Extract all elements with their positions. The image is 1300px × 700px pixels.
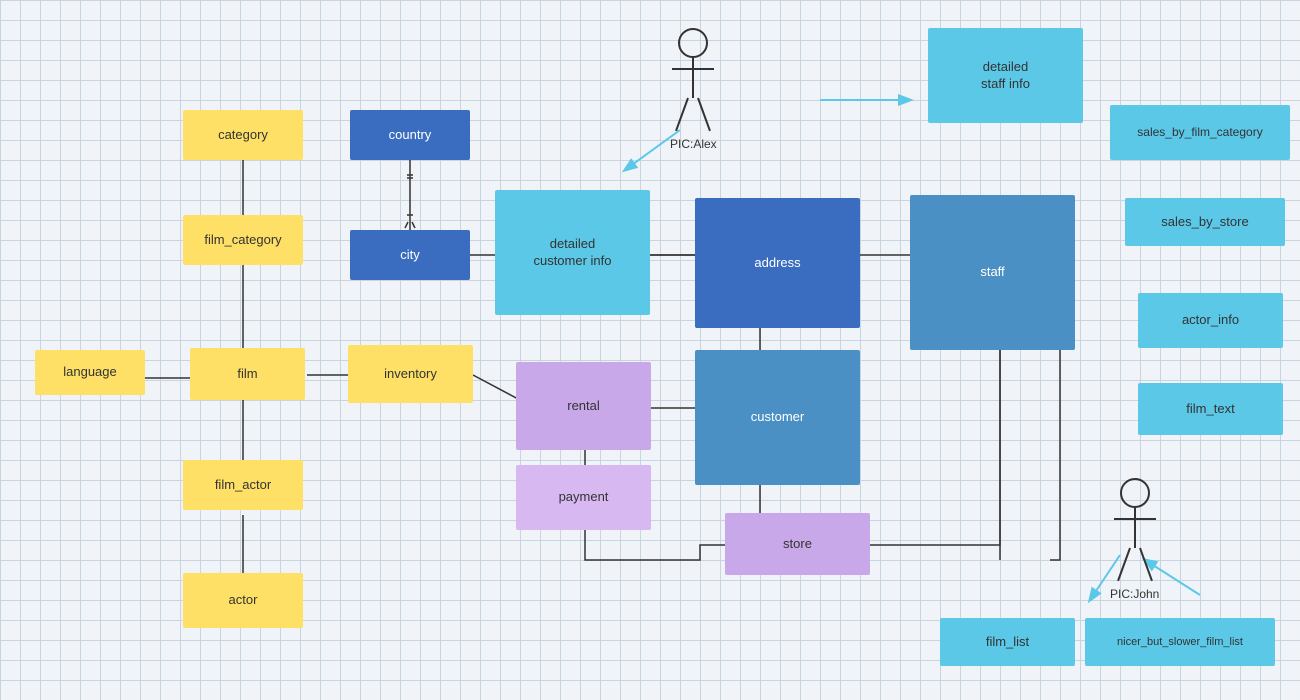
actor-alex-label: PIC:Alex — [670, 137, 717, 151]
actor-alex-leg-left — [675, 98, 689, 132]
actor-john-leg-right — [1139, 548, 1153, 582]
node-store[interactable]: store — [725, 513, 870, 575]
node-country[interactable]: country — [350, 110, 470, 160]
node-category[interactable]: category — [183, 110, 303, 160]
actor-john-legs — [1129, 548, 1141, 583]
node-customer[interactable]: customer — [695, 350, 860, 485]
node-inventory[interactable]: inventory — [348, 345, 473, 403]
node-staff[interactable]: staff — [910, 195, 1075, 350]
node-payment[interactable]: payment — [516, 465, 651, 530]
node-detailed-customer-info[interactable]: detailed customer info — [495, 190, 650, 315]
actor-john-arms — [1114, 518, 1156, 520]
node-nicer-but-slower-film-list[interactable]: nicer_but_slower_film_list — [1085, 618, 1275, 666]
node-language[interactable]: language — [35, 350, 145, 395]
node-film-actor[interactable]: film_actor — [183, 460, 303, 510]
actor-alex-head — [678, 28, 708, 58]
node-actor[interactable]: actor — [183, 573, 303, 628]
actor-john-body — [1134, 508, 1136, 548]
node-detailed-staff-info[interactable]: detailed staff info — [928, 28, 1083, 123]
node-film-list[interactable]: film_list — [940, 618, 1075, 666]
actor-john-label: PIC:John — [1110, 587, 1159, 601]
actor-john-head — [1120, 478, 1150, 508]
node-film[interactable]: film — [190, 348, 305, 400]
node-city[interactable]: city — [350, 230, 470, 280]
actor-alex: PIC:Alex — [670, 28, 717, 151]
node-film-category[interactable]: film_category — [183, 215, 303, 265]
actor-alex-body — [692, 58, 694, 98]
node-film-text[interactable]: film_text — [1138, 383, 1283, 435]
node-rental[interactable]: rental — [516, 362, 651, 450]
actor-alex-leg-right — [697, 98, 711, 132]
actor-john-leg-left — [1117, 548, 1131, 582]
actor-john: PIC:John — [1110, 478, 1159, 601]
node-address[interactable]: address — [695, 198, 860, 328]
node-actor-info[interactable]: actor_info — [1138, 293, 1283, 348]
actor-alex-legs — [687, 98, 699, 133]
node-sales-by-film-category[interactable]: sales_by_film_category — [1110, 105, 1290, 160]
node-sales-by-store[interactable]: sales_by_store — [1125, 198, 1285, 246]
actor-alex-arms — [672, 68, 714, 70]
